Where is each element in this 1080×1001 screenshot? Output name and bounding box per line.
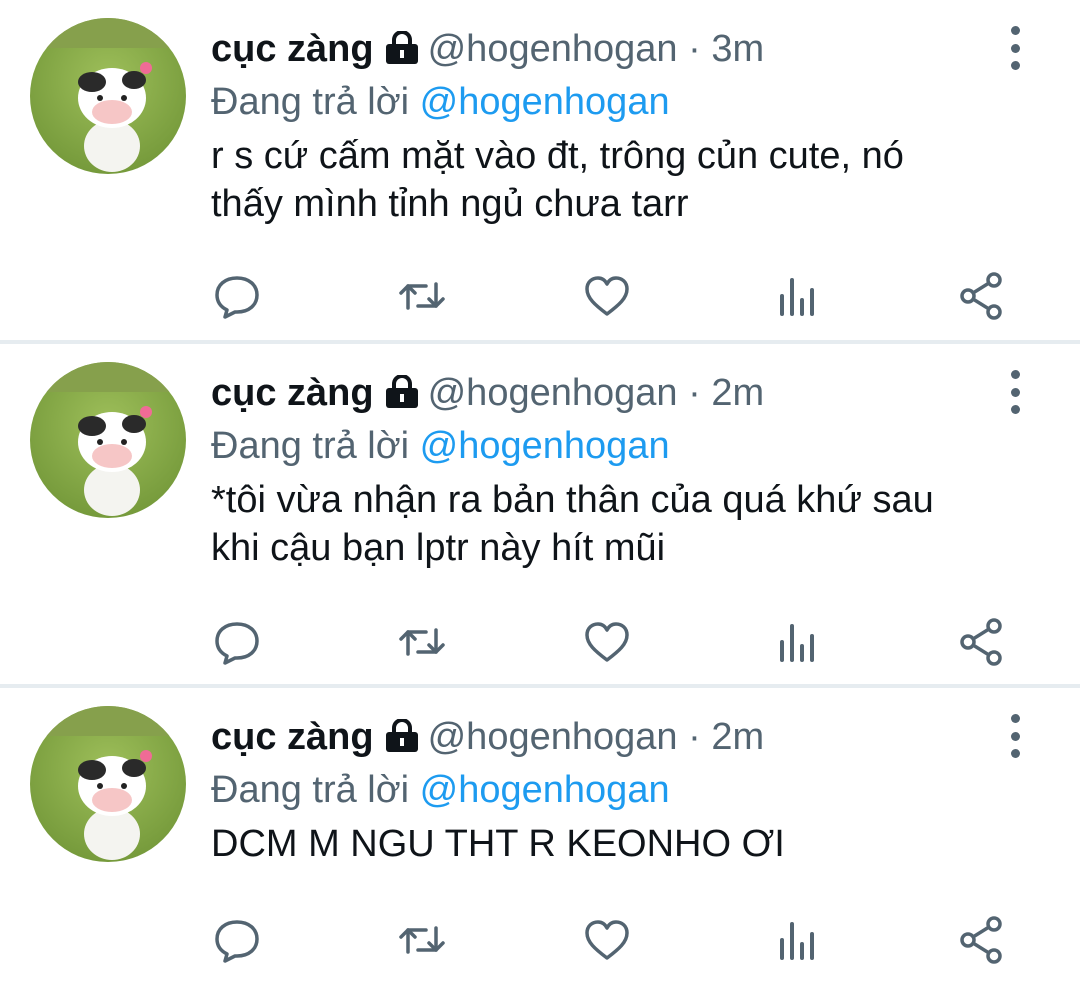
tweet-actions	[0, 616, 1080, 668]
replying-to-label: Đang trả lời	[211, 81, 410, 123]
display-name[interactable]: cục zàng	[211, 372, 374, 414]
user-handle[interactable]: @hogenhogan	[428, 28, 678, 70]
heart-icon[interactable]	[581, 914, 633, 966]
mention-link[interactable]: @hogenhogan	[420, 81, 670, 123]
views-chart-icon[interactable]	[770, 914, 822, 966]
tweet[interactable]: cục zàng @hogenhogan · 3m Đang trả lời @h…	[0, 0, 1080, 344]
reply-icon[interactable]	[211, 270, 263, 322]
tweet-text: *tôi vừa nhận ra bản thân của quá khứ sa…	[211, 476, 1020, 572]
separator: ·	[688, 28, 701, 70]
tweet-text-line: r s cứ cấm mặt vào đt, trông củn cute, n…	[211, 135, 904, 177]
retweet-icon[interactable]	[396, 914, 448, 966]
avatar[interactable]	[30, 706, 186, 862]
share-icon[interactable]	[956, 616, 1008, 668]
views-chart-icon[interactable]	[770, 616, 822, 668]
tweet[interactable]: cục zàng @hogenhogan · 2m Đang trả lời @h…	[0, 344, 1080, 688]
replying-to-label: Đang trả lời	[211, 425, 410, 467]
share-icon[interactable]	[956, 914, 1008, 966]
reply-icon[interactable]	[211, 914, 263, 966]
more-vertical-icon[interactable]	[1000, 714, 1030, 758]
tweet-text-line: thấy mình tỉnh ngủ chưa tarr	[211, 183, 689, 225]
lock-icon	[382, 28, 422, 78]
avatar[interactable]	[30, 18, 186, 174]
tweet-actions	[0, 914, 1080, 966]
timestamp[interactable]: 2m	[711, 372, 764, 414]
heart-icon[interactable]	[581, 616, 633, 668]
tweet[interactable]: cục zàng @hogenhogan · 2m Đang trả lời @h…	[0, 688, 1080, 997]
reply-icon[interactable]	[211, 616, 263, 668]
user-handle[interactable]: @hogenhogan	[428, 716, 678, 758]
views-chart-icon[interactable]	[770, 270, 822, 322]
tweet-text-line: *tôi vừa nhận ra bản thân của quá khứ sa…	[211, 479, 934, 521]
lock-icon	[382, 716, 422, 766]
mention-link[interactable]: @hogenhogan	[420, 425, 670, 467]
user-handle[interactable]: @hogenhogan	[428, 372, 678, 414]
separator: ·	[688, 372, 701, 414]
mention-link[interactable]: @hogenhogan	[420, 769, 670, 811]
tweet-header: cục zàng @hogenhogan · 3m	[211, 24, 1020, 78]
tweet-text-line: DCM M NGU THT R KEONHO ƠI	[211, 823, 785, 865]
tweet-content: cục zàng @hogenhogan · 2m Đang trả lời @h…	[211, 712, 1020, 868]
tweet-text: DCM M NGU THT R KEONHO ƠI	[211, 820, 1020, 868]
more-vertical-icon[interactable]	[1000, 370, 1030, 414]
timeline-feed: cục zàng @hogenhogan · 3m Đang trả lời @h…	[0, 0, 1080, 997]
tweet-text: r s cứ cấm mặt vào đt, trông củn cute, n…	[211, 132, 1020, 228]
retweet-icon[interactable]	[396, 270, 448, 322]
tweet-header: cục zàng @hogenhogan · 2m	[211, 368, 1020, 422]
lock-icon	[382, 372, 422, 422]
tweet-content: cục zàng @hogenhogan · 3m Đang trả lời @h…	[211, 24, 1020, 228]
tweet-actions	[0, 270, 1080, 322]
replying-to: Đang trả lời @hogenhogan	[211, 766, 1020, 814]
replying-to: Đang trả lời @hogenhogan	[211, 78, 1020, 126]
retweet-icon[interactable]	[396, 616, 448, 668]
timestamp[interactable]: 2m	[711, 716, 764, 758]
tweet-content: cục zàng @hogenhogan · 2m Đang trả lời @h…	[211, 368, 1020, 572]
display-name[interactable]: cục zàng	[211, 28, 374, 70]
more-vertical-icon[interactable]	[1000, 26, 1030, 70]
heart-icon[interactable]	[581, 270, 633, 322]
tweet-text-line: khi cậu bạn lptr này hít mũi	[211, 527, 666, 569]
avatar[interactable]	[30, 362, 186, 518]
tweet-header: cục zàng @hogenhogan · 2m	[211, 712, 1020, 766]
replying-to-label: Đang trả lời	[211, 769, 410, 811]
share-icon[interactable]	[956, 270, 1008, 322]
timestamp[interactable]: 3m	[711, 28, 764, 70]
separator: ·	[688, 716, 701, 758]
display-name[interactable]: cục zàng	[211, 716, 374, 758]
replying-to: Đang trả lời @hogenhogan	[211, 422, 1020, 470]
